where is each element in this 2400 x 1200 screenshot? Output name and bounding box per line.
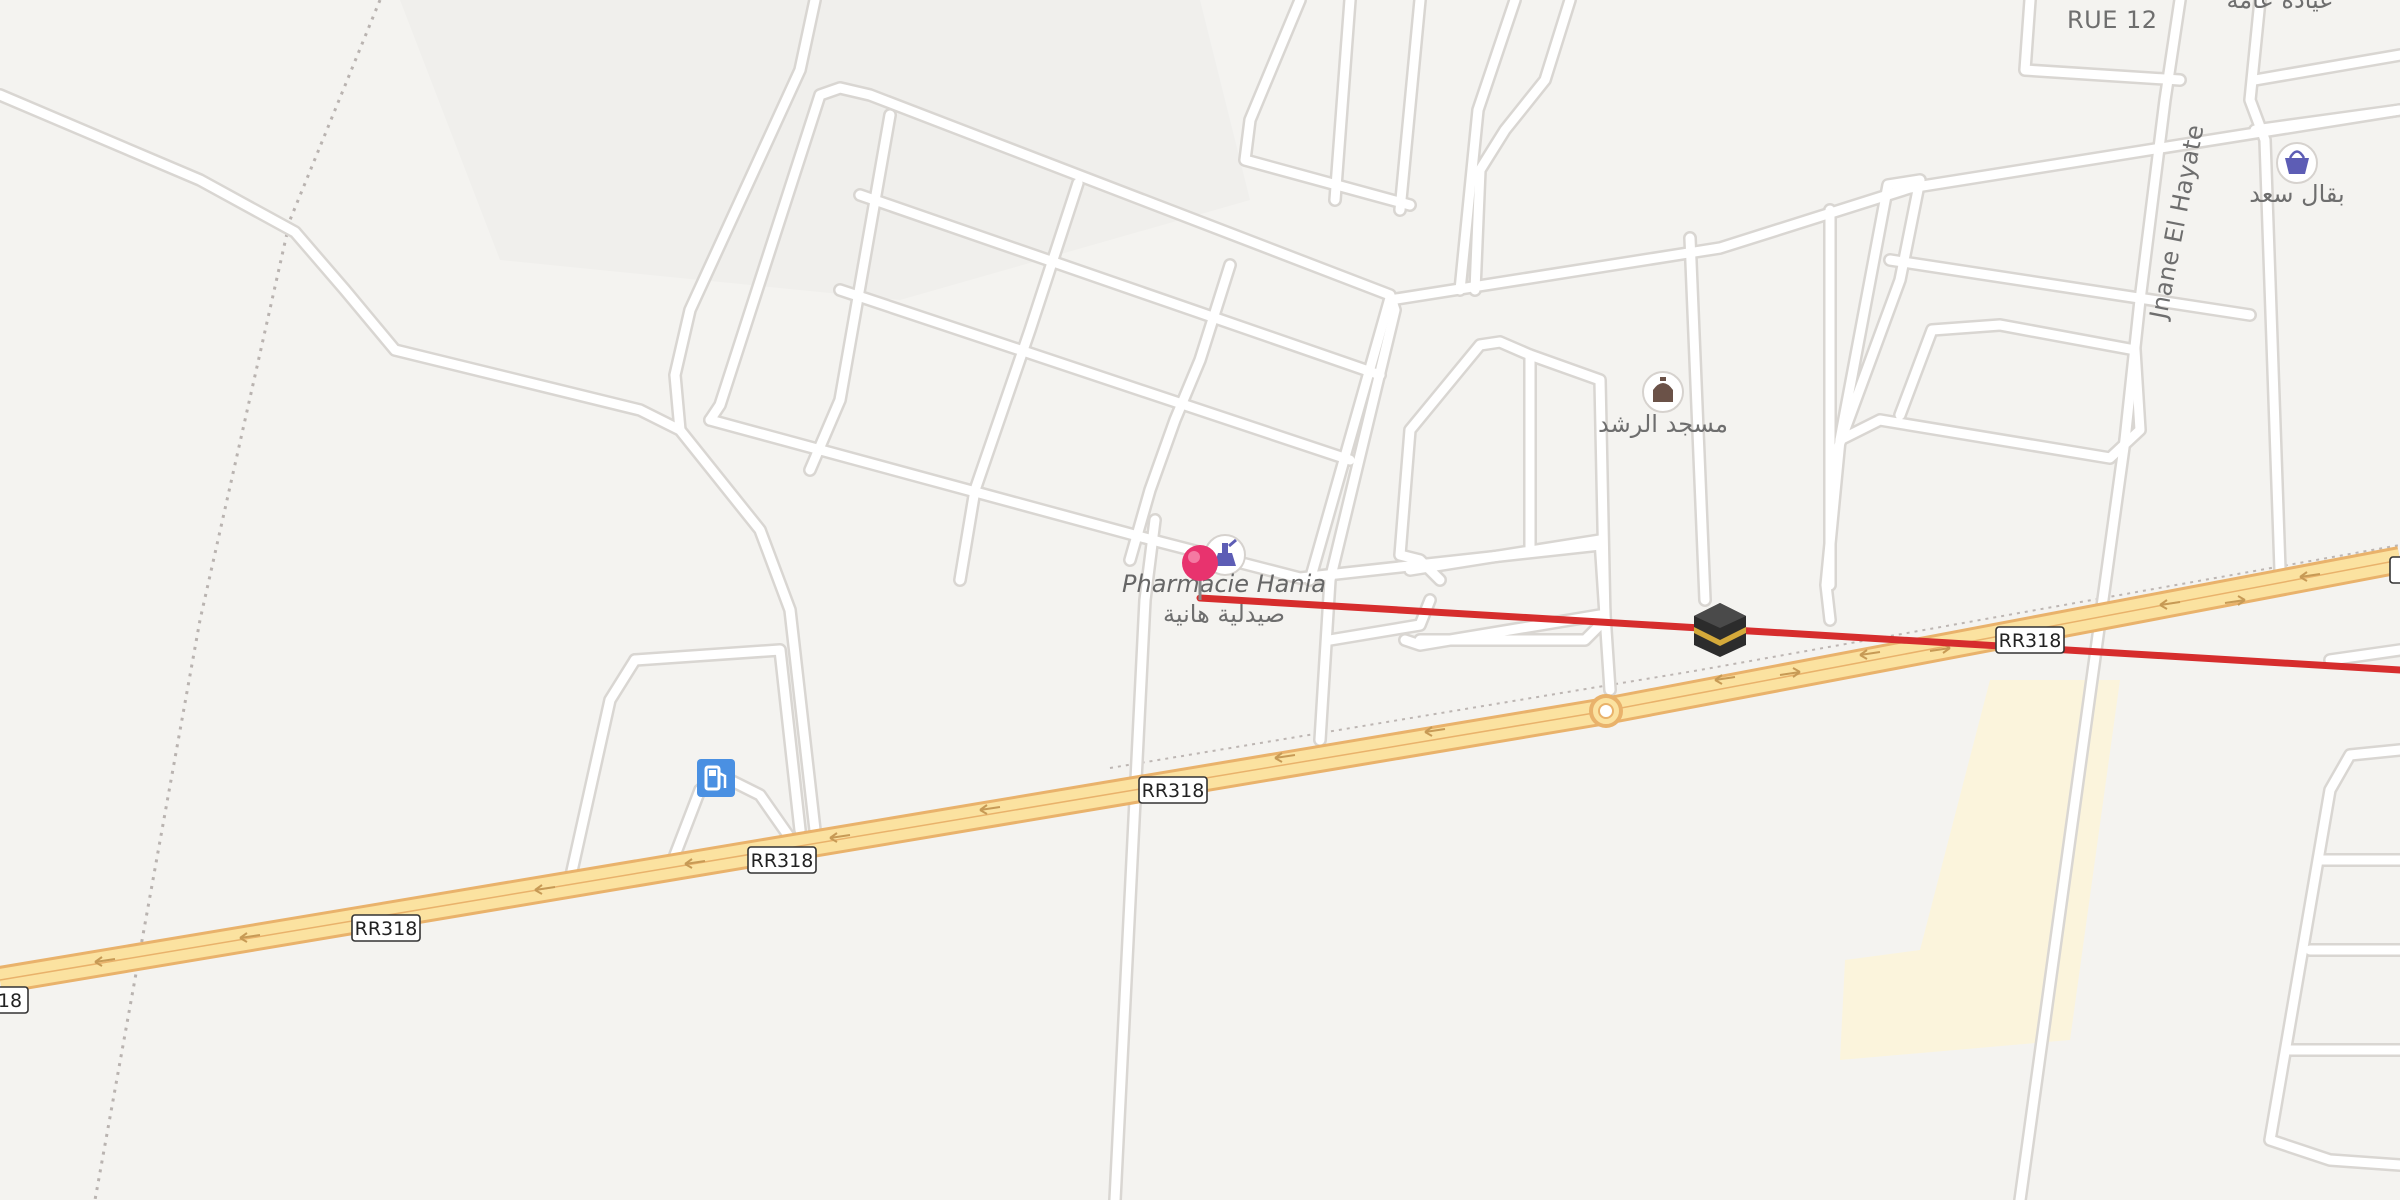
grocery-label: بقال سعد (2249, 180, 2344, 208)
poi-label-top-right: عيادة عامة (2226, 0, 2333, 14)
road-shield: RR318 (351, 914, 421, 942)
road-shield: RR318 (1995, 626, 2065, 654)
road-shield: 18 (0, 986, 29, 1014)
fuel-station-icon (697, 759, 735, 797)
road-shield: RR318 (747, 846, 817, 874)
fuel-station-poi[interactable] (697, 759, 735, 797)
map-canvas[interactable]: RR318 RR318 RR318 RR318 18 RUE 12 Jnane … (0, 0, 2400, 1200)
svg-text:18: 18 (0, 990, 22, 1012)
road-shield: RR318 (1138, 776, 1208, 804)
mosque-label: مسجد الرشد (1598, 410, 1728, 438)
svg-text:RR318: RR318 (1999, 630, 2062, 652)
svg-text:RR318: RR318 (751, 850, 814, 872)
road-shield-edge (2389, 556, 2400, 584)
svg-text:RR318: RR318 (355, 918, 418, 940)
street-label-rue12: RUE 12 (2067, 6, 2158, 34)
roundabout-center (1598, 703, 1614, 719)
pharmacy-label-ar: صيدلية هانية (1163, 600, 1285, 628)
svg-text:RR318: RR318 (1142, 780, 1205, 802)
pharmacy-label-fr: Pharmacie Hania (1122, 570, 1326, 598)
